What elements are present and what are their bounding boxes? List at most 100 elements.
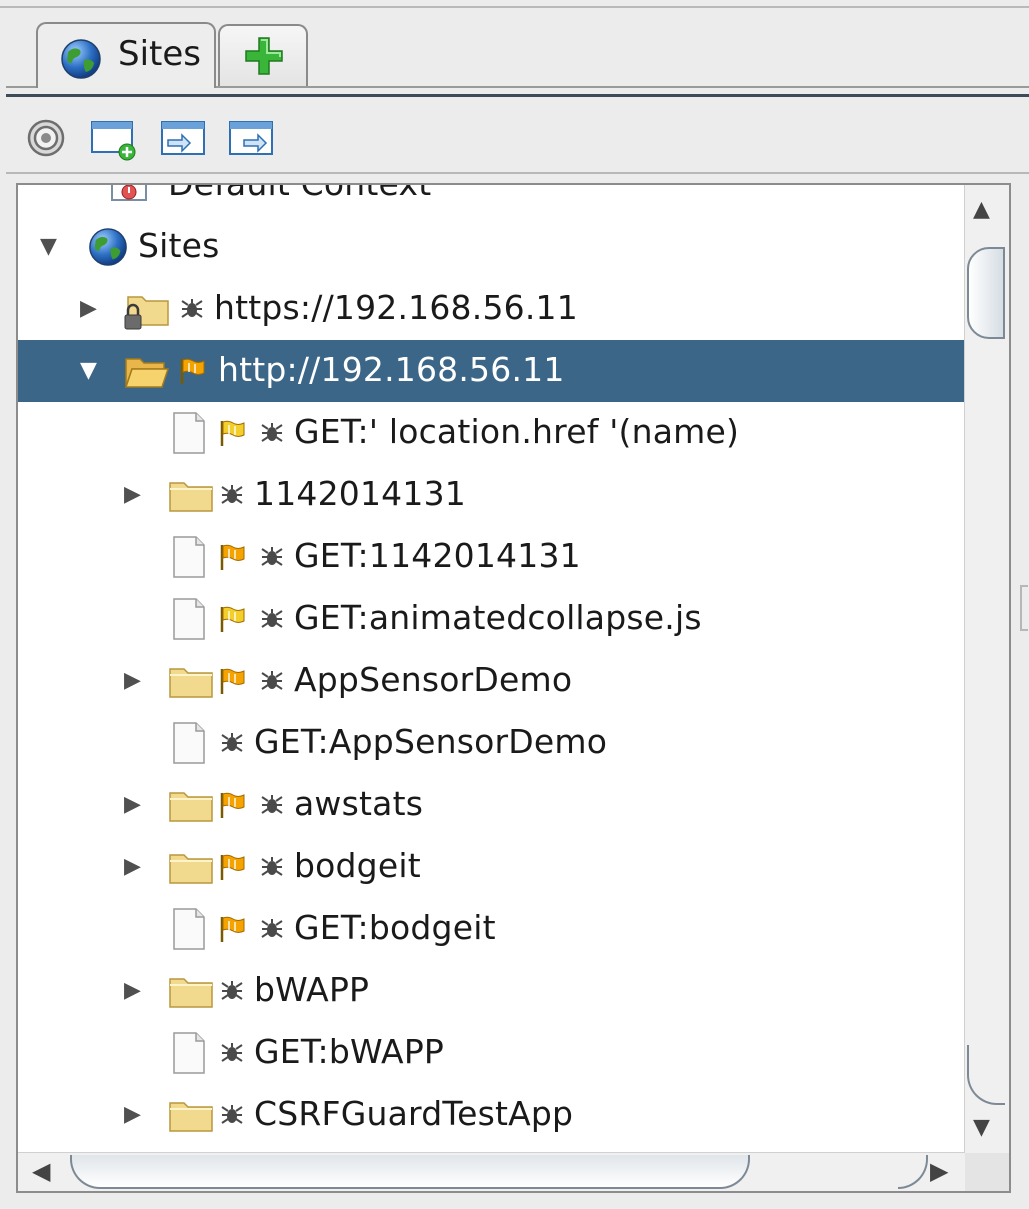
tree-row-label: AppSensorDemo xyxy=(294,660,573,699)
spider-icon xyxy=(258,667,286,699)
tree-row-default-context[interactable]: Default Context xyxy=(18,185,965,216)
plus-icon xyxy=(242,34,286,82)
expand-arrow-icon[interactable]: ▶ xyxy=(124,792,141,817)
tree-row[interactable]: GET:AppSensorDemo xyxy=(18,712,965,774)
expand-arrow-icon[interactable]: ▶ xyxy=(124,482,141,507)
top-border xyxy=(0,6,1029,8)
tree-row-label: 1142014131 xyxy=(254,474,466,513)
vertical-scroll-track-curve xyxy=(967,1045,1005,1105)
export-context-icon[interactable] xyxy=(228,120,276,164)
tree-row[interactable]: ▼ http://192.168.56.11 xyxy=(18,340,965,402)
tree-row[interactable]: ▶ AppSensorDemo xyxy=(18,650,965,712)
spider-icon xyxy=(258,419,286,451)
tree-row[interactable]: ▶ 1142014131 xyxy=(18,464,965,526)
file-icon xyxy=(172,1031,206,1079)
tree-row-label: bWAPP xyxy=(254,970,370,1009)
scroll-right-icon[interactable]: ▶ xyxy=(930,1157,948,1185)
tree-row-label: CSRFGuardTestApp xyxy=(254,1094,574,1133)
spider-icon xyxy=(258,853,286,885)
spider-icon xyxy=(258,605,286,637)
spider-icon xyxy=(218,481,246,513)
scroll-up-icon[interactable]: ▲ xyxy=(973,197,990,222)
tree-row-label: http://192.168.56.11 xyxy=(218,350,565,389)
tree-row-label: GET:animatedcollapse.js xyxy=(294,598,702,637)
file-icon xyxy=(172,411,206,459)
folder-icon xyxy=(168,1097,214,1137)
flag-icon xyxy=(218,666,248,700)
expand-arrow-icon[interactable]: ▶ xyxy=(80,296,97,321)
spider-icon xyxy=(218,1101,246,1133)
sites-tree[interactable]: Default Context ▼ Sites ▶ https://192.168.5… xyxy=(18,185,965,1155)
scroll-left-icon[interactable]: ◀ xyxy=(32,1157,50,1185)
collapse-arrow-icon[interactable]: ▼ xyxy=(40,234,57,259)
target-icon[interactable] xyxy=(26,118,66,162)
flag-icon xyxy=(218,604,248,638)
tree-row-label: GET:bWAPP xyxy=(254,1032,445,1071)
vertical-scroll-thumb[interactable] xyxy=(967,247,1005,339)
file-icon xyxy=(172,721,206,769)
folder-icon xyxy=(168,787,214,827)
flag-icon xyxy=(218,790,248,824)
horizontal-scroll-thumb[interactable] xyxy=(70,1155,750,1189)
tree-row-label: GET:AppSensorDemo xyxy=(254,722,608,761)
globe-icon xyxy=(60,38,102,84)
tree-row-label: bodgeit xyxy=(294,846,421,885)
tree-row[interactable]: GET:bodgeit xyxy=(18,898,965,960)
tree-row[interactable]: GET:animatedcollapse.js xyxy=(18,588,965,650)
folder-icon xyxy=(168,663,214,703)
tree-row[interactable]: ▶ bWAPP xyxy=(18,960,965,1022)
tree-row-label: GET:' location.href '(name) xyxy=(294,412,740,451)
tree-row-label: Default Context xyxy=(168,185,431,203)
folder-icon xyxy=(168,973,214,1013)
spider-icon xyxy=(258,791,286,823)
panel-splitter[interactable] xyxy=(1020,585,1028,631)
new-context-icon[interactable] xyxy=(90,120,138,166)
tab-sites[interactable]: Sites xyxy=(36,22,216,88)
expand-arrow-icon[interactable]: ▶ xyxy=(124,668,141,693)
spider-icon xyxy=(218,729,246,761)
tree-row-label: GET:1142014131 xyxy=(294,536,581,575)
file-icon xyxy=(172,597,206,645)
tree-row-label: https://192.168.56.11 xyxy=(214,288,578,327)
folder-icon xyxy=(168,849,214,889)
file-icon xyxy=(172,535,206,583)
tree-row[interactable]: ▼ Sites xyxy=(18,216,965,278)
import-context-icon[interactable] xyxy=(160,120,208,164)
expand-arrow-icon[interactable]: ▶ xyxy=(124,854,141,879)
context-icon xyxy=(110,185,150,208)
flag-icon xyxy=(178,356,208,390)
toolbar-separator xyxy=(6,172,1029,174)
spider-icon xyxy=(258,915,286,947)
collapse-arrow-icon[interactable]: ▼ xyxy=(80,358,97,383)
tree-row[interactable]: ▶ CSRFGuardTestApp xyxy=(18,1084,965,1146)
tree-row-label: Sites xyxy=(138,226,220,265)
horizontal-scrollbar[interactable]: ◀ ▶ xyxy=(18,1152,965,1191)
flag-icon xyxy=(218,852,248,886)
spider-icon xyxy=(218,977,246,1009)
flag-icon xyxy=(218,914,248,948)
tab-bar-underline xyxy=(6,94,1029,97)
sites-tree-panel: Default Context ▼ Sites ▶ https://192.168.5… xyxy=(16,183,1011,1193)
globe-icon xyxy=(88,227,128,271)
scroll-down-icon[interactable]: ▼ xyxy=(973,1115,990,1140)
tree-row-label: GET:bodgeit xyxy=(294,908,496,947)
folder-icon xyxy=(168,477,214,517)
tree-row[interactable]: ▶ bodgeit xyxy=(18,836,965,898)
tree-row[interactable]: GET:1142014131 xyxy=(18,526,965,588)
locked-folder-icon xyxy=(124,291,170,335)
tree-row[interactable]: GET:bWAPP xyxy=(18,1022,965,1084)
spider-icon xyxy=(258,543,286,575)
tab-sites-label: Sites xyxy=(118,34,201,74)
file-icon xyxy=(172,907,206,955)
flag-icon xyxy=(218,418,248,452)
vertical-scrollbar[interactable]: ▲ ▼ xyxy=(964,185,1009,1155)
open-folder-icon xyxy=(124,353,170,393)
expand-arrow-icon[interactable]: ▶ xyxy=(124,1102,141,1127)
add-tab-button[interactable] xyxy=(218,24,308,86)
scrollbar-corner xyxy=(965,1153,1009,1191)
tree-row[interactable]: ▶ https://192.168.56.11 xyxy=(18,278,965,340)
expand-arrow-icon[interactable]: ▶ xyxy=(124,978,141,1003)
tree-row[interactable]: ▶ awstats xyxy=(18,774,965,836)
spider-icon xyxy=(178,295,206,327)
tree-row[interactable]: GET:' location.href '(name) xyxy=(18,402,965,464)
